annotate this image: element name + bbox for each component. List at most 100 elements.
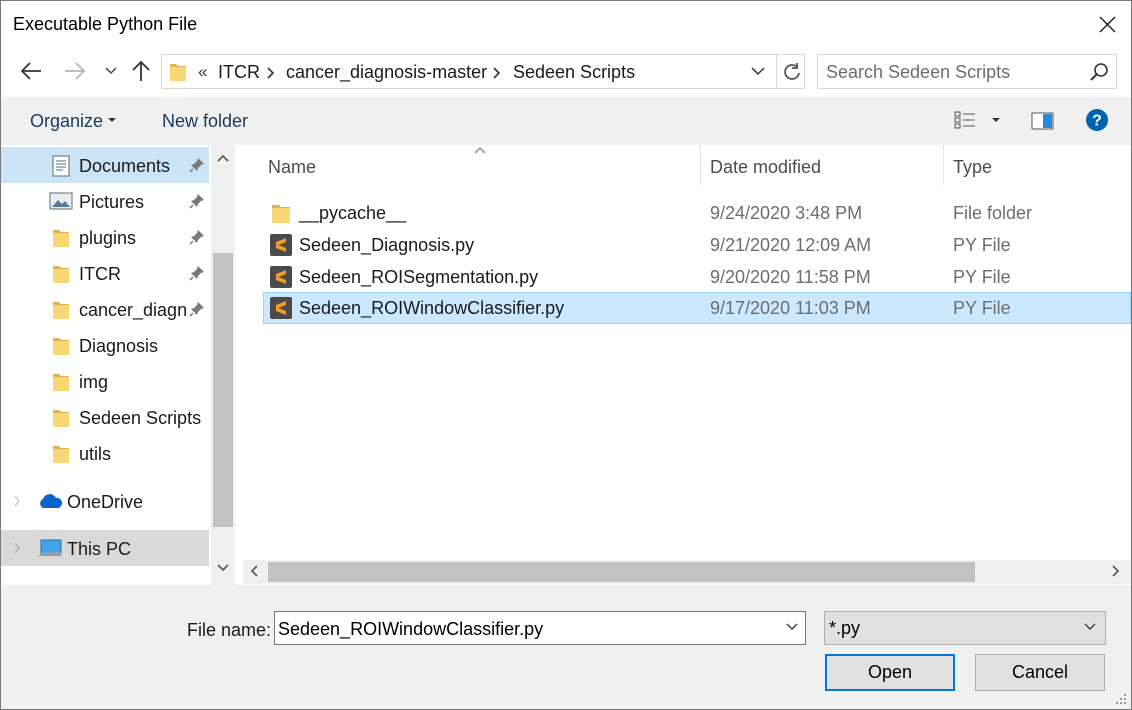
nav-item-diagnosis[interactable]: Diagnosis [1,327,209,363]
search-icon [1090,63,1108,81]
nav-item-this-pc[interactable]: This PC [1,530,209,566]
pin-icon [189,194,204,209]
chevron-right-icon [267,67,275,79]
search-input[interactable] [826,60,1076,84]
breadcrumb-cancer-diagnosis-master[interactable]: cancer_diagnosis-master [286,62,487,83]
nav-item-label: OneDrive [67,492,144,512]
pin-icon [189,158,204,173]
scroll-up-arrow-icon[interactable] [216,153,230,163]
preview-pane-button[interactable] [1031,111,1055,131]
nav-vertical-scrollbar[interactable] [211,145,235,585]
column-divider[interactable] [943,145,944,185]
details-view-icon [954,111,975,129]
file-name-combobox[interactable] [274,611,806,645]
back-arrow-icon [20,62,41,80]
back-button[interactable] [17,57,45,85]
scroll-down-arrow-icon[interactable] [216,563,230,573]
nav-item-plugins[interactable]: plugins [1,219,209,255]
nav-item-utils[interactable]: utils [1,435,209,471]
file-date: 9/20/2020 11:58 PM [710,267,871,287]
resize-grip-icon[interactable] [1115,693,1127,705]
close-icon [1099,16,1116,33]
refresh-icon [783,62,800,80]
breadcrumb-itcr[interactable]: ITCR [218,62,260,83]
nav-item-documents[interactable]: Documents [1,147,209,183]
up-arrow-icon [132,60,150,81]
nav-item-sedeen-scripts[interactable]: Sedeen Scripts [1,399,209,435]
pictures-icon [49,192,73,210]
refresh-button[interactable] [776,55,806,88]
column-divider[interactable] [700,145,701,185]
file-name: Sedeen_ROISegmentation.py [299,267,539,287]
chevron-right-icon[interactable] [13,542,21,554]
folder-icon [53,410,69,427]
chevron-down-icon[interactable] [785,622,799,632]
nav-item-onedrive[interactable]: OneDrive [1,483,209,519]
address-row: « ITCR cancer_diagnosis-master Sedeen Sc… [1,47,1131,97]
help-icon: ? [1086,109,1108,131]
pin-icon [189,302,204,317]
pin-icon [189,230,204,245]
chevron-right-icon[interactable] [13,495,21,507]
documents-icon [52,155,70,177]
file-type-value: *.py [829,618,861,638]
sort-ascending-icon [474,147,486,154]
address-dropdown-button[interactable] [750,64,766,83]
file-type: File folder [953,203,1033,223]
view-options-button[interactable] [953,109,1003,133]
recent-locations-button[interactable] [97,57,125,85]
nav-item-itcr[interactable]: ITCR [1,255,209,291]
scroll-right-arrow-icon[interactable] [1111,564,1121,578]
folder-icon [53,302,69,319]
organize-button[interactable]: Organize [30,111,103,132]
file-list: Name Date modified Type __pycache__ 9/24… [243,145,1131,585]
caret-down-icon [108,118,116,122]
up-button[interactable] [127,57,155,85]
file-type: PY File [953,267,1011,287]
scrollbar-thumb[interactable] [213,253,233,527]
address-bar[interactable]: « ITCR cancer_diagnosis-master Sedeen Sc… [161,54,805,89]
folder-icon [53,338,69,355]
scrollbar-thumb[interactable] [268,562,975,582]
nav-item-label: plugins [79,228,137,248]
scroll-left-arrow-icon[interactable] [249,564,259,578]
file-row-selected[interactable]: Sedeen_ROIWindowClassifier.py 9/17/2020 … [263,292,1131,324]
cancel-button[interactable]: Cancel [975,654,1105,691]
sublime-file-icon [270,266,292,288]
file-type-select[interactable]: *.py [824,611,1106,645]
this-pc-icon [38,539,62,556]
nav-item-cancer-diagnosis[interactable]: cancer_diagnc [1,291,209,327]
nav-item-label: Pictures [79,192,145,212]
file-row[interactable]: Sedeen_Diagnosis.py 9/21/2020 12:09 AM P… [263,229,1131,261]
overflow-chevron[interactable]: « [198,62,207,82]
breadcrumb-sedeen-scripts[interactable]: Sedeen Scripts [513,62,635,83]
file-open-dialog: Executable Python File « ITCR cancer_dia… [0,0,1132,710]
command-bar: Organize New folder ? [1,97,1131,145]
open-button[interactable]: Open [825,654,955,691]
nav-item-label: cancer_diagnc [79,300,187,320]
nav-item-pictures[interactable]: Pictures [1,183,209,219]
file-date: 9/21/2020 12:09 AM [710,235,872,255]
column-header-type[interactable]: Type [953,157,992,178]
help-button[interactable]: ? [1085,108,1109,132]
new-folder-button[interactable]: New folder [162,111,248,132]
file-name-input[interactable] [278,617,768,641]
nav-item-img[interactable]: img [1,363,209,399]
file-row[interactable]: __pycache__ 9/24/2020 3:48 PM File folde… [263,197,1131,229]
file-row[interactable]: Sedeen_ROISegmentation.py 9/20/2020 11:5… [263,261,1131,293]
chevron-down-icon [751,67,765,76]
sublime-file-icon [270,234,292,256]
close-button[interactable] [1091,9,1123,39]
search-box[interactable] [817,54,1117,89]
forward-button[interactable] [61,57,89,85]
title-bar: Executable Python File [1,1,1131,47]
caret-down-icon [992,118,1000,122]
folder-icon [53,230,69,247]
nav-item-label: Sedeen Scripts [79,408,202,428]
file-name-label: File name: [187,620,272,640]
folder-icon [170,64,186,81]
file-list-horizontal-scrollbar[interactable] [243,560,1131,584]
column-header-date-modified[interactable]: Date modified [710,157,821,178]
file-type: PY File [953,298,1011,318]
column-header-name[interactable]: Name [268,157,316,178]
